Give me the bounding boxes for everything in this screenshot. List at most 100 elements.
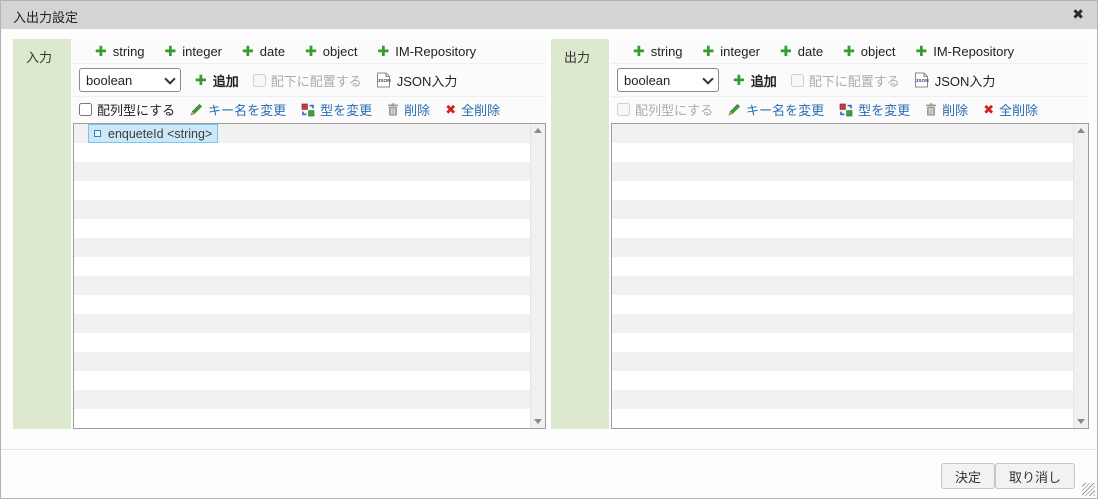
dialog-titlebar[interactable]: 入出力設定 ✖ xyxy=(1,1,1097,29)
output-add-string-button[interactable]: ✚string xyxy=(633,44,683,59)
output-add-date-button[interactable]: ✚ date xyxy=(780,44,823,59)
input-add-row: boolean ✚追加 配下に配置する JSON JSON入力 xyxy=(73,64,546,97)
scroll-up-icon[interactable] xyxy=(534,128,542,133)
output-add-integer-button[interactable]: ✚ integer xyxy=(703,44,760,59)
plus-icon: ✚ xyxy=(703,44,715,58)
input-change-type-link[interactable]: 型を変更 xyxy=(301,100,372,119)
add-button-label: 追加 xyxy=(213,71,239,90)
json-file-icon: JSON xyxy=(376,72,391,88)
tree-item-label: enqueteId <string> xyxy=(108,127,212,141)
input-array-type-checkbox[interactable]: 配列型にする xyxy=(79,100,175,119)
nest-checkbox-input xyxy=(791,74,804,87)
dialog-title: 入出力設定 xyxy=(13,7,78,26)
output-change-type-link[interactable]: 型を変更 xyxy=(839,100,910,119)
plus-icon: ✚ xyxy=(916,44,928,58)
output-list-scrollbar[interactable] xyxy=(1073,124,1088,428)
svg-text:JSON: JSON xyxy=(377,78,390,84)
json-input-label: JSON入力 xyxy=(935,71,996,90)
input-add-date-button[interactable]: ✚ date xyxy=(242,44,285,59)
nest-checkbox-input xyxy=(253,74,266,87)
plus-icon: ✚ xyxy=(242,44,254,58)
change-type-label: 型を変更 xyxy=(320,100,372,119)
tree-node-icon xyxy=(94,130,101,137)
delete-all-label: 全削除 xyxy=(999,100,1038,119)
plus-icon: ✚ xyxy=(780,44,792,58)
output-type-select-wrap: boolean xyxy=(617,68,719,92)
input-add-button[interactable]: ✚追加 xyxy=(195,71,239,90)
change-type-label: 型を変更 xyxy=(858,100,910,119)
io-settings-dialog: 入出力設定 ✖ 入力 ✚string ✚integer ✚date ✚objec… xyxy=(0,0,1098,499)
input-type-button-row: ✚string ✚ integer ✚ date ✚ object ✚IM-Repos… xyxy=(73,39,546,64)
close-icon[interactable]: ✖ xyxy=(1072,7,1084,21)
input-tree-item-enqueteid[interactable]: enqueteId <string> xyxy=(88,124,218,143)
output-nest-checkbox[interactable]: 配下に配置する xyxy=(791,71,900,90)
input-panel-label: 入力 xyxy=(13,39,71,429)
output-add-im-repository-button[interactable]: ✚ IM-Repository xyxy=(916,44,1015,59)
output-rename-key-link[interactable]: キー名を変更 xyxy=(728,100,824,119)
output-action-row: 配列型にする キー名を変更 型を変更 削除 ✖全削除 xyxy=(611,97,1089,122)
json-input-label: JSON入力 xyxy=(397,71,458,90)
input-action-row: 配列型にする キー名を変更 型を変更 削除 ✖全削除 xyxy=(73,97,546,122)
resize-handle[interactable] xyxy=(1082,483,1095,496)
array-type-checkbox-input[interactable] xyxy=(79,103,92,116)
type-button-label: date xyxy=(798,44,823,59)
input-rename-key-link[interactable]: キー名を変更 xyxy=(190,100,286,119)
delete-all-label: 全削除 xyxy=(461,100,500,119)
output-add-button[interactable]: ✚ 追加 xyxy=(733,71,777,90)
type-button-label: integer xyxy=(720,44,760,59)
input-delete-all-link[interactable]: ✖全削除 xyxy=(445,100,500,119)
input-add-integer-button[interactable]: ✚ integer xyxy=(165,44,222,59)
output-type-button-row: ✚string ✚integer ✚date ✚object ✚IM-Repos… xyxy=(611,39,1089,64)
output-array-type-checkbox: 配列型にする xyxy=(617,100,713,119)
type-button-label: object xyxy=(323,44,358,59)
array-type-checkbox-label: 配列型にする xyxy=(97,100,175,119)
scroll-down-icon[interactable] xyxy=(534,419,542,424)
input-add-object-button[interactable]: ✚ object xyxy=(305,44,357,59)
plus-icon: ✚ xyxy=(733,73,745,87)
rename-key-label: キー名を変更 xyxy=(746,100,824,119)
input-delete-link[interactable]: 削除 xyxy=(387,100,430,119)
nest-checkbox-label: 配下に配置する xyxy=(809,71,900,90)
ok-button[interactable]: 決定 xyxy=(941,463,995,489)
plus-icon: ✚ xyxy=(843,44,855,58)
output-delete-link[interactable]: 削除 xyxy=(925,100,968,119)
plus-icon: ✚ xyxy=(165,44,177,58)
array-type-checkbox-label: 配列型にする xyxy=(635,100,713,119)
delete-label: 削除 xyxy=(942,100,968,119)
input-type-select[interactable]: boolean xyxy=(79,68,181,92)
pencil-icon xyxy=(190,103,203,116)
add-button-label: 追加 xyxy=(751,71,777,90)
plus-icon: ✚ xyxy=(95,44,107,58)
plus-icon: ✚ xyxy=(378,44,390,58)
input-nest-checkbox[interactable]: 配下に配置する xyxy=(253,71,362,90)
output-tree-list[interactable] xyxy=(611,123,1089,429)
type-button-label: IM-Repository xyxy=(933,44,1014,59)
pencil-icon xyxy=(728,103,741,116)
scroll-up-icon[interactable] xyxy=(1077,128,1085,133)
output-add-object-button[interactable]: ✚object xyxy=(843,44,895,59)
output-type-select[interactable]: boolean xyxy=(617,68,719,92)
type-button-label: string xyxy=(651,44,683,59)
cancel-button[interactable]: 取り消し xyxy=(995,463,1075,489)
input-type-select-wrap: boolean xyxy=(79,68,181,92)
type-button-label: integer xyxy=(182,44,222,59)
type-button-label: date xyxy=(260,44,285,59)
plus-icon: ✚ xyxy=(305,44,317,58)
scroll-down-icon[interactable] xyxy=(1077,419,1085,424)
input-json-input-button[interactable]: JSON JSON入力 xyxy=(376,71,458,90)
input-list-scrollbar[interactable] xyxy=(530,124,545,428)
input-add-string-button[interactable]: ✚string xyxy=(95,44,145,59)
footer-divider xyxy=(1,449,1097,450)
output-add-row: boolean ✚ 追加 配下に配置する JSON JSON入力 xyxy=(611,64,1089,97)
nest-checkbox-label: 配下に配置する xyxy=(271,71,362,90)
output-panel-label: 出力 xyxy=(551,39,609,429)
output-json-input-button[interactable]: JSON JSON入力 xyxy=(914,71,996,90)
output-panel: ✚string ✚integer ✚date ✚object ✚IM-Repos… xyxy=(611,39,1089,429)
input-tree-list[interactable]: enqueteId <string> xyxy=(73,123,546,429)
input-add-im-repository-button[interactable]: ✚IM-Repository xyxy=(378,44,477,59)
output-delete-all-link[interactable]: ✖全削除 xyxy=(983,100,1038,119)
trash-icon xyxy=(387,103,399,116)
change-type-icon xyxy=(301,103,315,117)
json-file-icon: JSON xyxy=(914,72,929,88)
trash-icon xyxy=(925,103,937,116)
